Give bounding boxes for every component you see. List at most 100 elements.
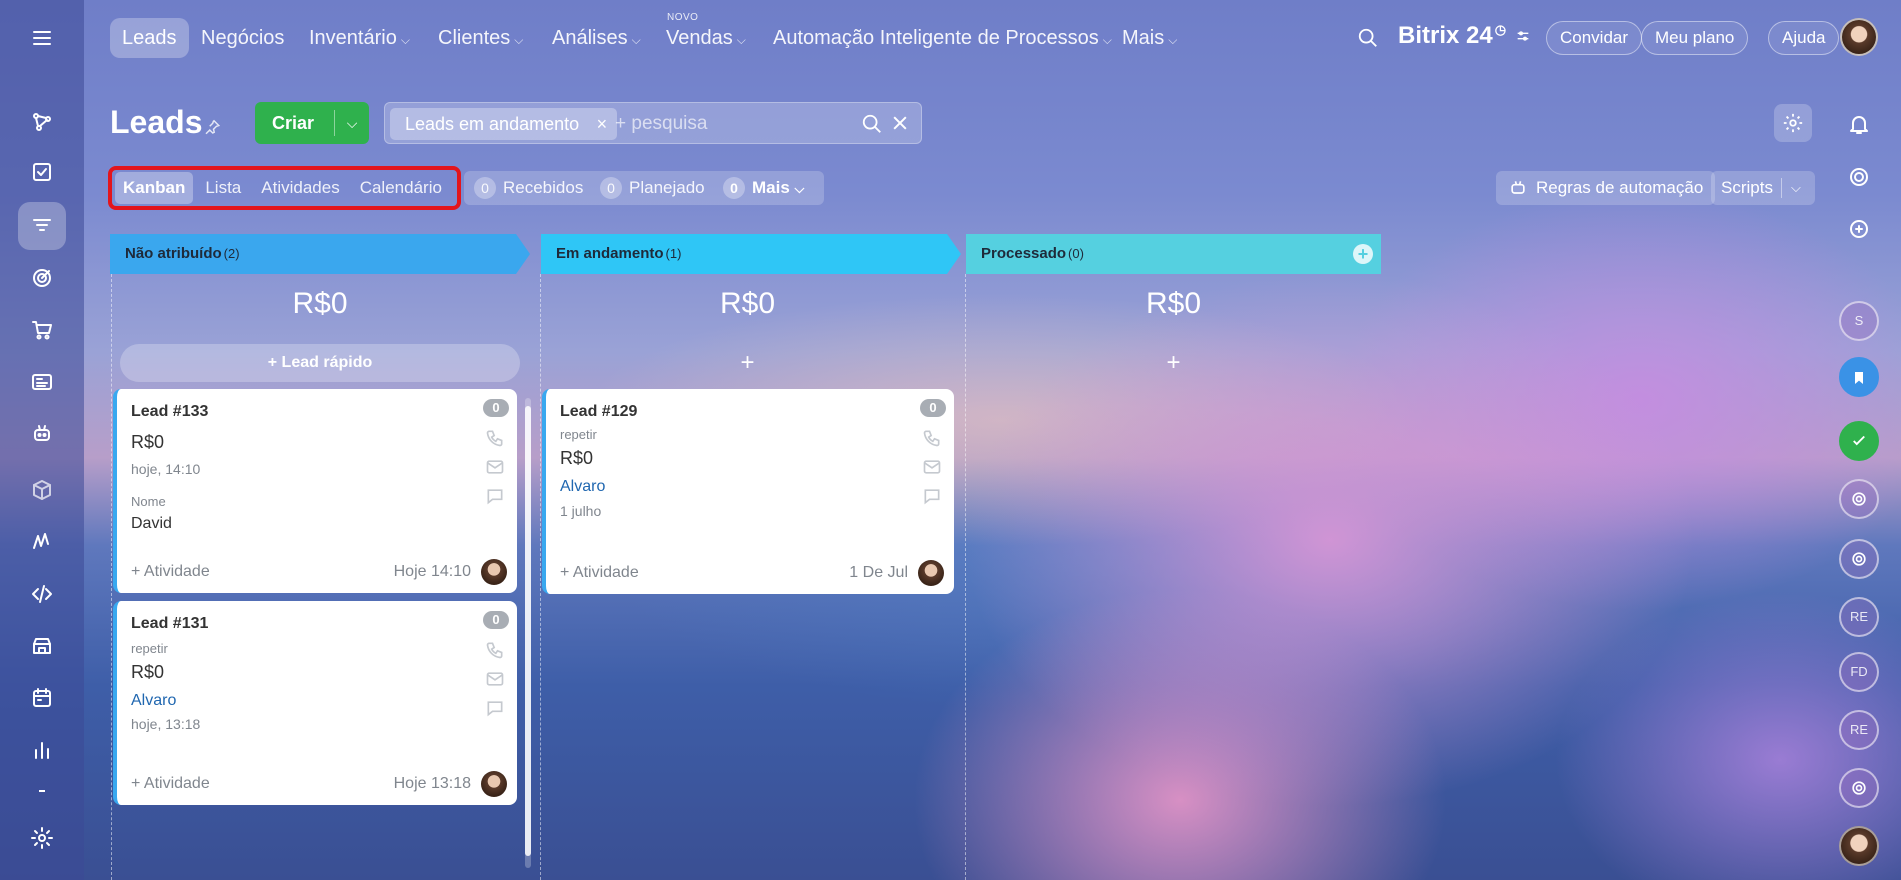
- menu-icon[interactable]: [18, 14, 66, 62]
- settings-icon[interactable]: [18, 814, 66, 862]
- openlines-icon[interactable]: [1839, 768, 1879, 808]
- add-lead-button[interactable]: +: [541, 344, 954, 382]
- mail-icon[interactable]: [485, 457, 505, 477]
- scripts-button[interactable]: Scripts ⌵: [1711, 171, 1815, 205]
- counter-mais[interactable]: 0 Mais ⌵: [723, 171, 804, 205]
- add-activity-button[interactable]: + Atividade: [131, 775, 210, 793]
- box-icon[interactable]: [18, 466, 66, 514]
- nav-leads[interactable]: Leads: [110, 18, 189, 58]
- check-list-icon[interactable]: [1839, 421, 1879, 461]
- avatar[interactable]: [1839, 826, 1879, 866]
- bell-icon[interactable]: [1841, 106, 1877, 142]
- plan-button[interactable]: Meu plano: [1641, 21, 1749, 55]
- nav-clientes[interactable]: Clientes ⌵: [438, 18, 523, 58]
- mail-icon[interactable]: [922, 457, 942, 477]
- lead-card[interactable]: Lead #129 0 repetir R$0 Alvaro 1 julho +…: [542, 389, 954, 594]
- nav-mais[interactable]: Mais ⌵: [1122, 18, 1177, 58]
- tab-lista[interactable]: Lista: [197, 172, 249, 204]
- chevron-down-icon: ⌵: [514, 33, 524, 47]
- column-header[interactable]: Processado (0) +: [966, 234, 1381, 274]
- filter-chip[interactable]: Leads em andamento ×: [390, 108, 618, 140]
- analytics-icon[interactable]: [18, 726, 66, 774]
- column-header[interactable]: Não atribuído (2): [110, 234, 530, 274]
- code-icon[interactable]: [18, 570, 66, 618]
- lead-card[interactable]: Lead #131 0 repetir R$0 Alvaro hoje, 13:…: [113, 601, 517, 805]
- chevron-down-icon: ⌵: [400, 33, 410, 47]
- nav-vendas[interactable]: Vendas ⌵: [666, 18, 746, 58]
- lead-card[interactable]: Lead #133 0 R$0 hoje, 14:10 Nome David +…: [113, 389, 517, 593]
- sites-icon[interactable]: [18, 98, 66, 146]
- page-title: Leads: [110, 104, 203, 140]
- signature-icon[interactable]: [18, 518, 66, 566]
- add-activity-button[interactable]: + Atividade: [131, 563, 210, 581]
- tab-kanban[interactable]: Kanban: [115, 172, 194, 204]
- chevron-down-icon[interactable]: ⌵: [1791, 171, 1801, 205]
- column-header[interactable]: Em andamento (1): [541, 234, 961, 274]
- close-icon[interactable]: [890, 113, 910, 133]
- chevron-down-icon[interactable]: ⌵: [335, 115, 369, 132]
- chat-search-icon[interactable]: [1841, 211, 1877, 247]
- card-title[interactable]: Lead #131: [131, 615, 208, 633]
- automation-rules-button[interactable]: Regras de automação: [1496, 171, 1716, 205]
- brand-logo[interactable]: Bitrix 24 ◷: [1398, 22, 1531, 50]
- robot-icon[interactable]: [18, 410, 66, 458]
- avatar[interactable]: [481, 559, 507, 585]
- card-title[interactable]: Lead #129: [560, 403, 637, 421]
- crm-funnel-icon[interactable]: [18, 202, 66, 250]
- mail-icon[interactable]: [485, 669, 505, 689]
- tab-atividades[interactable]: Atividades: [253, 172, 347, 204]
- rail-avatar[interactable]: S: [1839, 301, 1879, 341]
- column-scrollbar[interactable]: [525, 398, 531, 868]
- phone-icon[interactable]: [922, 428, 942, 448]
- bookmark-icon[interactable]: [1839, 357, 1879, 397]
- card-created: 1 julho: [560, 503, 602, 519]
- calendar-icon[interactable]: [18, 674, 66, 722]
- search-icon[interactable]: [1357, 27, 1379, 49]
- card-amount: R$0: [131, 662, 165, 682]
- tasks-icon[interactable]: [18, 148, 66, 196]
- search-icon[interactable]: [861, 113, 883, 135]
- card-title[interactable]: Lead #133: [131, 403, 208, 421]
- chat-icon[interactable]: [485, 698, 505, 718]
- chat-icon[interactable]: [922, 486, 942, 506]
- counter-planejado[interactable]: 0 Planejado: [600, 171, 705, 205]
- user-avatar[interactable]: [1840, 18, 1878, 56]
- target-icon[interactable]: [18, 254, 66, 302]
- phone-icon[interactable]: [485, 428, 505, 448]
- cart-icon[interactable]: [18, 306, 66, 354]
- card-contact-link[interactable]: Alvaro: [131, 692, 176, 710]
- nav-inventario[interactable]: Inventário ⌵: [309, 18, 410, 58]
- card-contact-link[interactable]: Alvaro: [560, 478, 605, 496]
- rail-avatar[interactable]: RE: [1839, 710, 1879, 750]
- search-input[interactable]: [615, 111, 835, 137]
- settings-button[interactable]: [1774, 104, 1812, 142]
- nav-automacao[interactable]: Automação Inteligente de Processos ⌵: [773, 18, 1112, 58]
- add-stage-icon[interactable]: +: [1353, 244, 1373, 264]
- openlines-icon[interactable]: [1839, 539, 1879, 579]
- nav-negocios[interactable]: Negócios: [201, 18, 284, 58]
- rail-avatar[interactable]: FD: [1839, 652, 1879, 692]
- openlines-icon[interactable]: [1839, 479, 1879, 519]
- card-amount: R$0: [560, 448, 594, 468]
- store-icon[interactable]: [18, 622, 66, 670]
- invite-button[interactable]: Convidar: [1546, 21, 1643, 55]
- create-button[interactable]: Criar ⌵: [255, 102, 369, 144]
- pin-icon[interactable]: [203, 118, 221, 136]
- copilot-icon[interactable]: [1841, 159, 1877, 195]
- add-activity-button[interactable]: + Atividade: [560, 564, 639, 582]
- counter-recebidos[interactable]: 0 Recebidos: [474, 171, 583, 205]
- rail-avatar[interactable]: RE: [1839, 597, 1879, 637]
- chat-icon[interactable]: [485, 486, 505, 506]
- card-field-label: Nome: [131, 494, 166, 509]
- close-icon[interactable]: ×: [597, 108, 608, 140]
- add-lead-button[interactable]: +: [966, 344, 1381, 382]
- avatar[interactable]: [918, 560, 944, 586]
- help-button[interactable]: Ajuda: [1768, 21, 1840, 55]
- nav-analises[interactable]: Análises ⌵: [552, 18, 641, 58]
- filter-search-box[interactable]: Leads em andamento ×: [384, 102, 922, 144]
- quick-lead-button[interactable]: + Lead rápido: [120, 344, 520, 382]
- news-icon[interactable]: [18, 358, 66, 406]
- phone-icon[interactable]: [485, 640, 505, 660]
- avatar[interactable]: [481, 771, 507, 797]
- tab-calendario[interactable]: Calendário: [352, 172, 450, 204]
